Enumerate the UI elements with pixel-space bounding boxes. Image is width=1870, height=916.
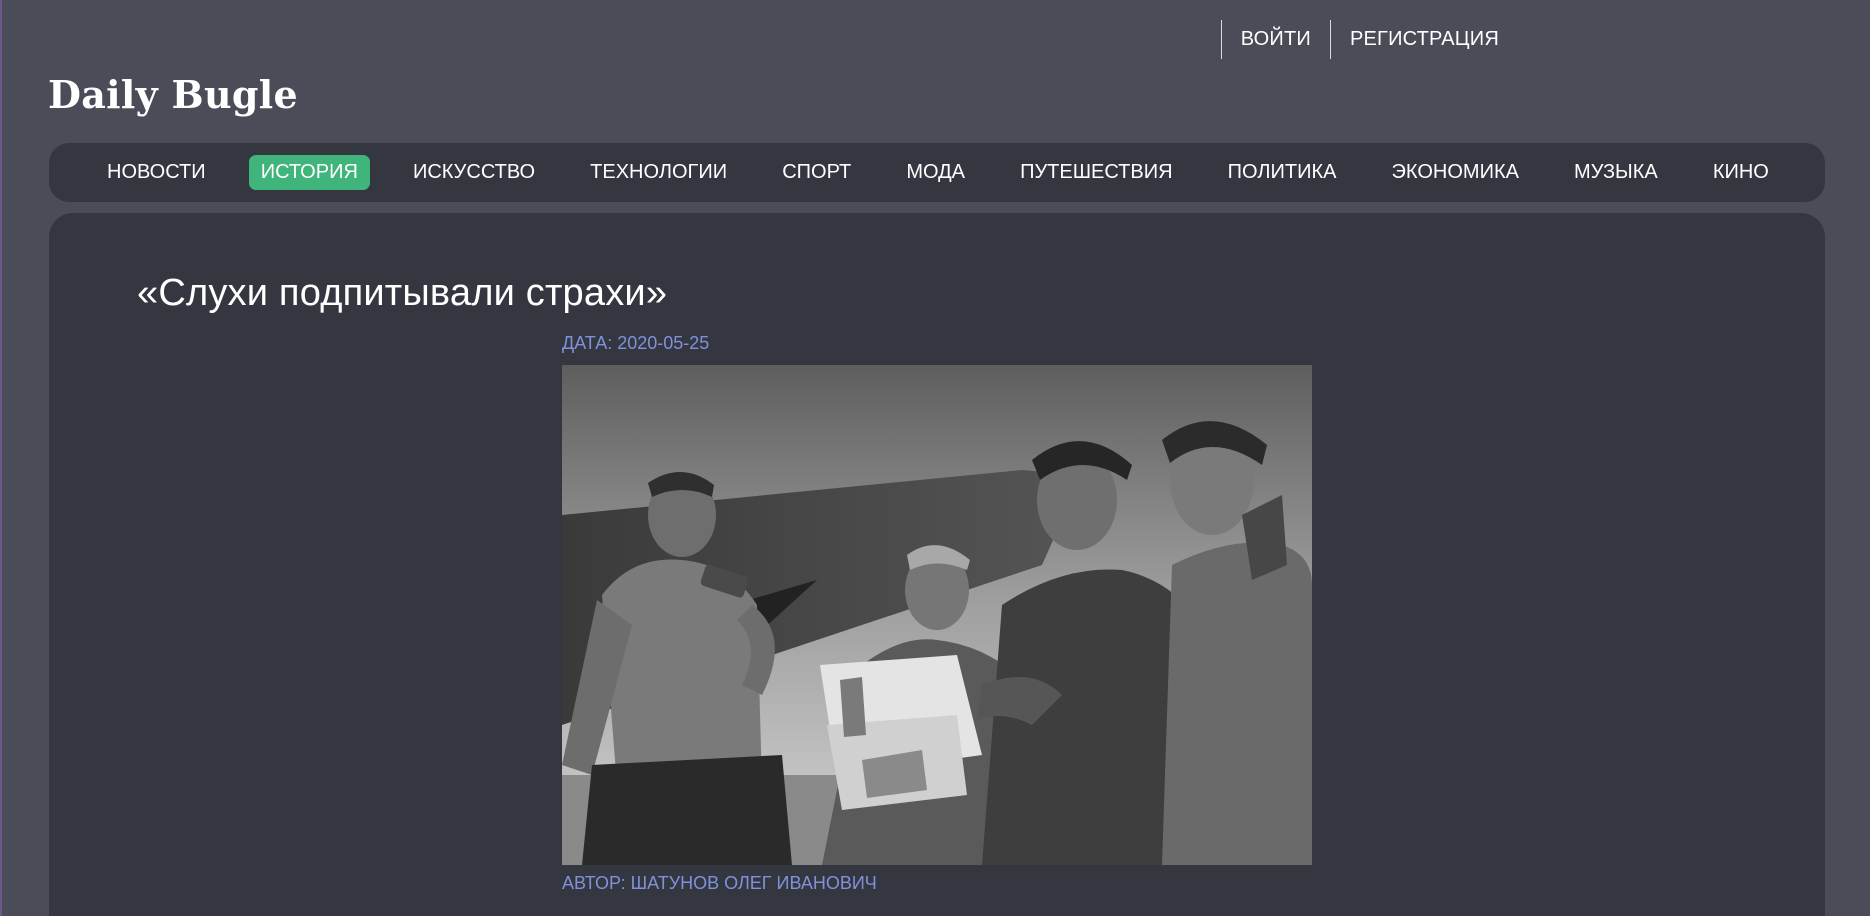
nav-item-fashion[interactable]: МОДА — [894, 155, 977, 190]
article-panel: «Слухи подпитывали страхи» ДАТА: 2020-05… — [49, 213, 1825, 916]
nav-item-news[interactable]: НОВОСТИ — [95, 155, 218, 190]
article-date: ДАТА: 2020-05-25 — [562, 333, 710, 353]
article-photo — [562, 365, 1312, 865]
article-author[interactable]: АВТОР: ШАТУНОВ ОЛЕГ ИВАНОВИЧ — [562, 873, 877, 894]
auth-bar: ВОЙТИ РЕГИСТРАЦИЯ — [1220, 20, 1518, 59]
nav-item-cinema[interactable]: КИНО — [1701, 155, 1781, 190]
nav-item-history[interactable]: ИСТОРИЯ — [248, 155, 370, 190]
article-title: «Слухи подпитывали страхи» — [137, 272, 668, 314]
main-nav: НОВОСТИ ИСТОРИЯ ИСКУССТВО ТЕХНОЛОГИИ СПО… — [49, 143, 1825, 202]
register-link[interactable]: РЕГИСТРАЦИЯ — [1329, 20, 1518, 59]
nav-item-music[interactable]: МУЗЫКА — [1562, 155, 1670, 190]
nav-item-economy[interactable]: ЭКОНОМИКА — [1380, 155, 1531, 190]
article-photo-image — [562, 365, 1312, 865]
login-link[interactable]: ВОЙТИ — [1220, 20, 1330, 59]
site-logo[interactable]: Daily Bugle — [48, 72, 298, 117]
nav-item-politics[interactable]: ПОЛИТИКА — [1216, 155, 1349, 190]
nav-item-sport[interactable]: СПОРТ — [770, 155, 863, 190]
nav-item-travel[interactable]: ПУТЕШЕСТВИЯ — [1008, 155, 1184, 190]
nav-item-technology[interactable]: ТЕХНОЛОГИИ — [578, 155, 739, 190]
nav-item-art[interactable]: ИСКУССТВО — [401, 155, 547, 190]
